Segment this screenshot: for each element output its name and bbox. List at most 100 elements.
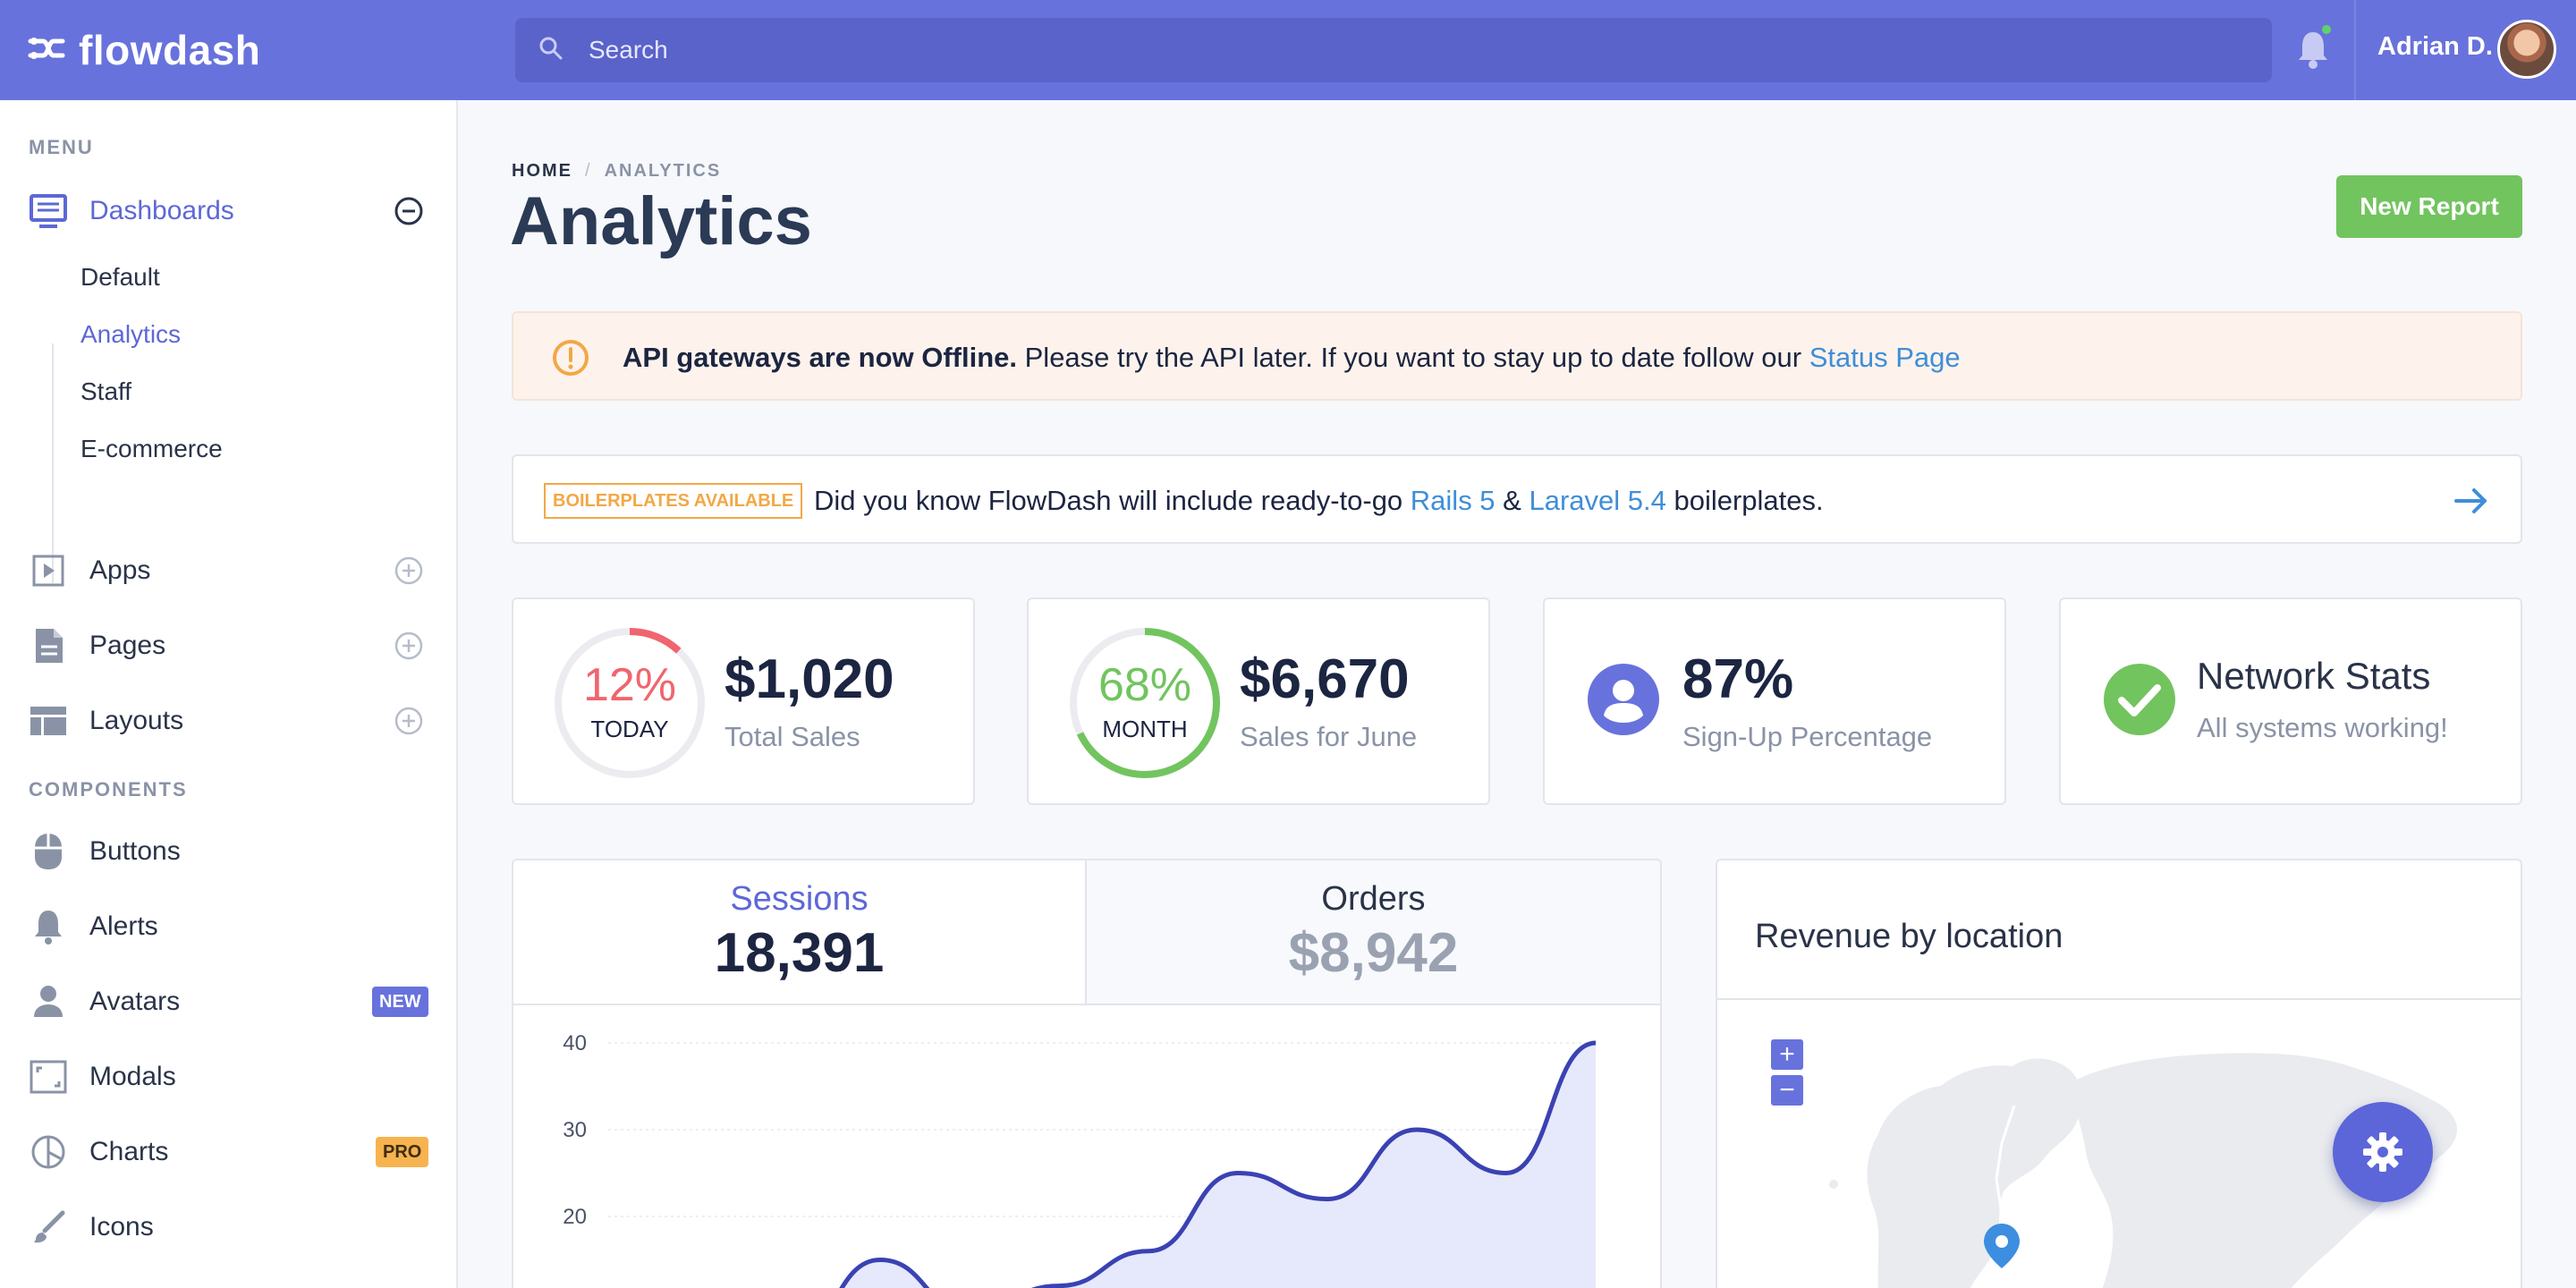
components-section-label: COMPONENTS: [29, 778, 188, 801]
chart-y-tick-label: 20: [563, 1205, 587, 1229]
flowdash-logo-icon: [27, 29, 66, 72]
sidebar-item-label: Modals: [89, 1062, 176, 1091]
play-square-icon: [29, 551, 68, 590]
sidebar-item-label: Icons: [89, 1212, 154, 1241]
stat-value: 87%: [1682, 648, 1794, 710]
gear-icon: [2338, 1130, 2428, 1174]
network-stats-title: Network Stats: [2197, 655, 2431, 697]
sidebar-subitem-ecommerce[interactable]: E-commerce: [80, 435, 223, 463]
tab-label: Orders: [1321, 880, 1426, 918]
bell-icon: [29, 907, 68, 946]
breadcrumb-separator: /: [585, 161, 592, 181]
stat-card-total-sales: 12% TODAY $1,020 Total Sales: [512, 597, 975, 805]
sidebar-item-label: Avatars: [89, 987, 181, 1016]
sidebar-item-avatars[interactable]: Avatars NEW: [0, 973, 456, 1030]
stat-card-signups: 87% Sign-Up Percentage: [1543, 597, 2006, 805]
check-circle-icon: [2102, 662, 2177, 741]
sidebar-item-icons[interactable]: Icons: [0, 1199, 456, 1256]
ring-label: TODAY: [590, 716, 669, 742]
sidebar-item-label: Charts: [89, 1137, 169, 1166]
tab-sessions[interactable]: Sessions 18,391: [513, 860, 1087, 1004]
brush-icon: [29, 1208, 68, 1247]
arrow-right-icon[interactable]: [2451, 481, 2490, 525]
search-bar[interactable]: [515, 18, 2272, 82]
person-icon: [29, 982, 68, 1021]
laravel-link[interactable]: Laravel 5.4: [1529, 485, 1665, 516]
ring-percent: 68%: [1097, 659, 1192, 711]
sidebar-subitem-analytics[interactable]: Analytics: [80, 320, 181, 349]
banner-text-before: Did you know FlowDash will include ready…: [814, 485, 1411, 516]
alert-body-text: Please try the API later. If you want to…: [1017, 342, 1809, 373]
file-icon: [29, 626, 68, 665]
sessions-orders-panel: Sessions 18,391 Orders $8,942 40 30 20: [512, 859, 1662, 1288]
tab-orders[interactable]: Orders $8,942: [1087, 860, 1660, 1004]
topbar-divider: [2354, 0, 2356, 100]
expand-plus-icon[interactable]: [394, 555, 424, 586]
collapse-minus-icon[interactable]: [394, 196, 424, 226]
window-icon: [29, 1057, 68, 1097]
user-avatar[interactable]: [2497, 20, 2556, 79]
stat-card-sales-june: 68% MONTH $6,670 Sales for June: [1027, 597, 1490, 805]
brand[interactable]: flowdash: [27, 21, 260, 79]
monitor-icon: [29, 191, 68, 231]
alert-text: API gateways are now Offline. Please try…: [623, 342, 1961, 374]
sidebar-item-modals[interactable]: Modals: [0, 1048, 456, 1106]
breadcrumb-current: ANALYTICS: [604, 161, 722, 181]
sidebar-item-layouts[interactable]: Layouts: [0, 692, 456, 750]
warning-circle-icon: [551, 338, 590, 382]
revenue-map-card: Revenue by location + −: [1716, 859, 2522, 1288]
tab-value: 18,391: [714, 922, 885, 984]
search-icon: [538, 36, 564, 65]
user-name[interactable]: Adrian D.: [2377, 32, 2493, 62]
pie-chart-icon: [29, 1132, 68, 1172]
banner-ampersand: &: [1495, 485, 1530, 516]
menu-section-label: MENU: [29, 136, 94, 158]
chart-y-tick-label: 30: [563, 1118, 587, 1142]
status-page-link[interactable]: Status Page: [1809, 342, 1961, 373]
mouse-icon: [29, 832, 68, 871]
sidebar-subitem-default[interactable]: Default: [80, 263, 160, 292]
chart-y-tick-label: 40: [563, 1031, 587, 1055]
sidebar-item-buttons[interactable]: Buttons: [0, 823, 456, 880]
expand-plus-icon[interactable]: [394, 631, 424, 661]
ring-label: MONTH: [1102, 716, 1188, 742]
stat-label: Sign-Up Percentage: [1682, 721, 1933, 752]
banner-text: Did you know FlowDash will include ready…: [814, 485, 1824, 517]
new-report-button[interactable]: New Report: [2336, 175, 2522, 238]
breadcrumb-home[interactable]: HOME: [512, 161, 572, 181]
sidebar-item-apps[interactable]: Apps: [0, 542, 456, 599]
expand-plus-icon[interactable]: [394, 706, 424, 736]
breadcrumb: HOME / ANALYTICS: [512, 161, 721, 182]
brand-name: flowdash: [79, 27, 261, 73]
rails-link[interactable]: Rails 5: [1411, 485, 1496, 516]
sidebar-item-charts[interactable]: Charts PRO: [0, 1123, 456, 1181]
stat-value: $6,670: [1240, 648, 1410, 710]
boilerplates-tag: BOILERPLATES AVAILABLE: [544, 483, 803, 519]
alert-bold-text: API gateways are now Offline.: [623, 342, 1018, 373]
sidebar: MENU Dashboards Default Analytics Staff …: [0, 100, 458, 1288]
user-circle-icon: [1586, 662, 1661, 741]
sidebar-item-label: Layouts: [89, 706, 184, 735]
notification-dot: [2320, 23, 2333, 36]
sidebar-item-pages[interactable]: Pages: [0, 617, 456, 674]
tab-value: $8,942: [1288, 922, 1459, 984]
boilerplates-banner: BOILERPLATES AVAILABLE Did you know Flow…: [512, 454, 2522, 544]
stat-label: All systems working!: [2197, 712, 2448, 743]
sidebar-subitem-staff[interactable]: Staff: [80, 377, 131, 406]
banner-text-after: boilerplates.: [1665, 485, 1824, 516]
sidebar-item-label: Alerts: [89, 911, 158, 941]
sessions-area-chart: 40 30 20: [563, 1031, 1597, 1288]
tab-label: Sessions: [730, 880, 869, 918]
sidebar-item-alerts[interactable]: Alerts: [0, 898, 456, 955]
offline-alert: API gateways are now Offline. Please try…: [512, 311, 2522, 401]
pro-badge: PRO: [376, 1137, 429, 1167]
stat-label: Total Sales: [724, 721, 860, 752]
map-title: Revenue by location: [1755, 918, 2063, 955]
sidebar-item-label: Buttons: [89, 836, 181, 866]
sidebar-item-label: Dashboards: [89, 196, 234, 225]
sidebar-item-dashboards[interactable]: Dashboards: [0, 182, 456, 240]
sidebar-item-label: Pages: [89, 631, 166, 660]
search-input[interactable]: [587, 35, 2197, 65]
stat-label: Sales for June: [1240, 721, 1418, 752]
settings-fab-button[interactable]: [2333, 1102, 2433, 1202]
